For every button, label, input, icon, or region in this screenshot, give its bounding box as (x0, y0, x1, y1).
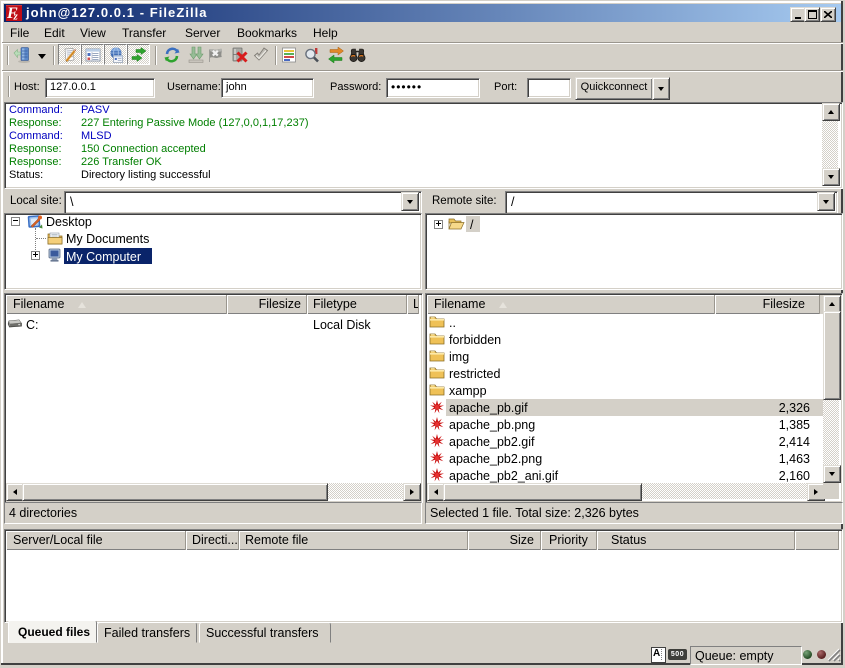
svg-text:z: z (13, 11, 19, 22)
